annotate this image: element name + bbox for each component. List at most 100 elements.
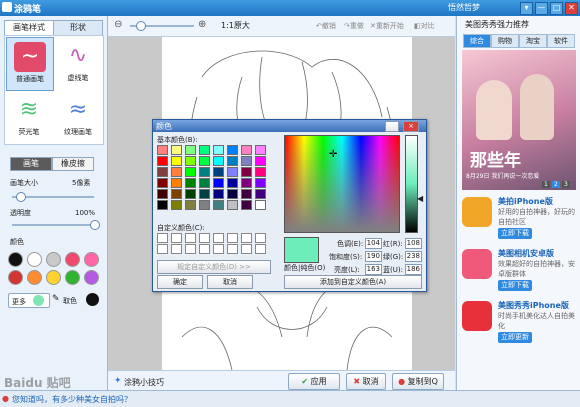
tips-link[interactable]: 涂鸦小技巧 (124, 377, 164, 388)
tab-brush-style[interactable]: 画笔样式 (4, 20, 54, 36)
basic-color-cell[interactable] (255, 189, 266, 199)
color-swatch[interactable] (46, 270, 61, 285)
color-swatch[interactable] (65, 252, 80, 267)
basic-color-cell[interactable] (213, 178, 224, 188)
custom-color-cell[interactable] (157, 233, 168, 243)
brush-dashed[interactable]: ∿ 虚线笔 (55, 37, 101, 89)
reset-button[interactable]: ✕重新开始 (370, 21, 404, 31)
saturation-input[interactable]: 190 (365, 251, 382, 262)
basic-color-cell[interactable] (255, 167, 266, 177)
basic-color-cell[interactable] (213, 145, 224, 155)
basic-color-cell[interactable] (213, 167, 224, 177)
custom-color-cell[interactable] (213, 244, 224, 254)
color-swatch[interactable] (8, 270, 23, 285)
basic-color-cell[interactable] (255, 145, 266, 155)
custom-color-cell[interactable] (185, 244, 196, 254)
basic-color-cell[interactable] (213, 189, 224, 199)
help-button[interactable]: ? (385, 121, 399, 132)
luminance-slider[interactable] (405, 135, 418, 233)
app-name[interactable]: 美图秀秀iPhone版 (498, 300, 569, 311)
color-spectrum[interactable]: ✛ (284, 135, 400, 233)
ok-button[interactable]: 确定 (157, 275, 203, 289)
basic-color-cell[interactable] (171, 189, 182, 199)
more-colors-button[interactable]: 更多 (8, 293, 50, 308)
custom-color-cell[interactable] (199, 233, 210, 243)
custom-color-cell[interactable] (171, 233, 182, 243)
blue-input[interactable]: 186 (405, 264, 422, 275)
mode-eraser[interactable]: 橡皮擦 (52, 157, 94, 171)
mode-brush[interactable]: 画笔 (10, 157, 52, 171)
custom-color-cell[interactable] (255, 244, 266, 254)
basic-color-cell[interactable] (157, 145, 168, 155)
custom-color-cell[interactable] (227, 233, 238, 243)
basic-color-cell[interactable] (199, 200, 210, 210)
banner-page-3[interactable]: 3 (562, 181, 570, 188)
basic-color-cell[interactable] (199, 178, 210, 188)
basic-color-cell[interactable] (241, 145, 252, 155)
basic-color-cell[interactable] (213, 156, 224, 166)
color-swatch[interactable] (46, 252, 61, 267)
brush-normal[interactable]: ~ 普通画笔 (6, 37, 54, 91)
cancel-button[interactable]: ✖ 取消 (346, 373, 386, 390)
promo-banner[interactable]: 那些年 8月29日 我们再说一次恋爱 1 2 3 (462, 50, 576, 190)
compare-button[interactable]: ◧对比 (414, 21, 435, 31)
luminance-input[interactable]: 163 (365, 264, 382, 275)
basic-color-cell[interactable] (199, 156, 210, 166)
dialog-close-button[interactable]: × (403, 121, 419, 132)
basic-color-cell[interactable] (227, 156, 238, 166)
color-swatch[interactable] (65, 270, 80, 285)
color-swatch[interactable] (84, 270, 99, 285)
status-text[interactable]: 您知道吗，有多少种美女自拍吗？ (12, 394, 132, 405)
menu-button[interactable]: ▾ (520, 2, 533, 15)
hue-input[interactable]: 104 (365, 238, 382, 249)
define-custom-button[interactable]: 规定自定义颜色(D) >> (157, 260, 271, 274)
basic-color-cell[interactable] (199, 189, 210, 199)
redo-button[interactable]: ↷重做 (344, 21, 364, 31)
custom-color-cell[interactable] (199, 244, 210, 254)
close-button[interactable]: ✕ (565, 2, 578, 15)
zoom-out-icon[interactable]: ⊖ (114, 19, 122, 30)
color-swatch[interactable] (27, 270, 42, 285)
basic-color-cell[interactable] (213, 200, 224, 210)
red-input[interactable]: 108 (405, 238, 422, 249)
zoom-in-icon[interactable]: ⊕ (198, 19, 206, 30)
basic-color-cell[interactable] (241, 178, 252, 188)
basic-color-cell[interactable] (185, 167, 196, 177)
basic-color-cell[interactable] (241, 156, 252, 166)
basic-color-cell[interactable] (227, 145, 238, 155)
add-custom-color-button[interactable]: 添加到自定义颜色(A) (284, 275, 422, 289)
brush-texture[interactable]: ≈ 纹理画笔 (55, 91, 101, 143)
tab-shape[interactable]: 形状 (53, 20, 103, 36)
color-picker-button[interactable]: ✎ 取色 (52, 293, 84, 306)
basic-color-cell[interactable] (171, 156, 182, 166)
basic-color-cell[interactable] (241, 200, 252, 210)
custom-color-cell[interactable] (227, 244, 238, 254)
basic-color-cell[interactable] (171, 167, 182, 177)
luminance-arrow-icon[interactable]: ◀ (417, 194, 423, 203)
basic-color-cell[interactable] (227, 167, 238, 177)
basic-color-cell[interactable] (185, 145, 196, 155)
basic-color-cell[interactable] (199, 167, 210, 177)
minimize-button[interactable]: — (535, 2, 548, 15)
apply-button[interactable]: ✔ 应用 (288, 373, 340, 390)
copy-button[interactable]: ● 复制到Q (392, 373, 444, 390)
basic-color-cell[interactable] (185, 178, 196, 188)
custom-color-cell[interactable] (213, 233, 224, 243)
basic-color-cell[interactable] (255, 200, 266, 210)
brush-highlighter[interactable]: ≋ 荧光笔 (6, 91, 52, 143)
basic-color-cell[interactable] (157, 178, 168, 188)
basic-color-cell[interactable] (227, 178, 238, 188)
undo-button[interactable]: ↶撤销 (316, 21, 336, 31)
color-swatch[interactable] (8, 252, 23, 267)
tab-taobao[interactable]: 淘宝 (519, 34, 547, 48)
tab-all[interactable]: 综合 (463, 34, 491, 48)
basic-color-cell[interactable] (171, 145, 182, 155)
basic-color-cell[interactable] (241, 189, 252, 199)
custom-color-cell[interactable] (157, 244, 168, 254)
custom-color-cell[interactable] (171, 244, 182, 254)
basic-color-cell[interactable] (241, 167, 252, 177)
custom-color-cell[interactable] (185, 233, 196, 243)
basic-color-cell[interactable] (227, 189, 238, 199)
dialog-cancel-button[interactable]: 取消 (207, 275, 253, 289)
custom-color-cell[interactable] (255, 233, 266, 243)
